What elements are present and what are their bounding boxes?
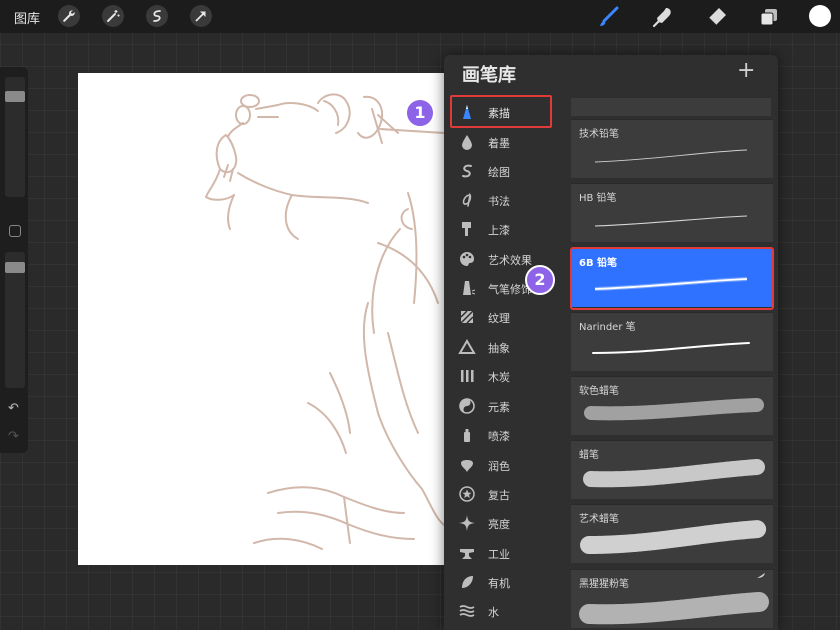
yin-yang-icon: [459, 398, 475, 414]
category-organic[interactable]: 有机: [444, 569, 570, 596]
brush-item-technical-pencil[interactable]: 技术铅笔: [571, 119, 773, 178]
category-textures[interactable]: 纹理: [444, 304, 570, 331]
gallery-button[interactable]: 图库: [14, 8, 40, 27]
category-water[interactable]: 水: [444, 598, 570, 625]
left-sidebar: ↶ ↷: [0, 67, 28, 453]
sparkle-icon: [459, 515, 475, 531]
sketch-artwork: [205, 93, 444, 550]
airbrush-icon: [463, 281, 476, 295]
redo-icon[interactable]: ↷: [8, 429, 19, 444]
category-inking[interactable]: 着墨: [444, 129, 570, 156]
category-drawing[interactable]: 绘图: [444, 158, 570, 185]
stroke-preview: [592, 342, 750, 354]
brush-item-crayon[interactable]: 蜡笔: [571, 440, 773, 499]
blob-icon: [461, 460, 473, 472]
transform-arrow-icon[interactable]: [190, 5, 212, 27]
texture-icon: [460, 310, 474, 324]
magic-wand-icon[interactable]: [102, 5, 124, 27]
waves-icon: [459, 605, 475, 617]
wrench-icon[interactable]: [58, 5, 80, 27]
brush-library-panel: 画笔库 + 素描 着墨 绘图 书法 上漆 艺术效果 气笔修饰 纹理 抽象 木炭: [444, 55, 778, 630]
smudge-icon[interactable]: [651, 5, 675, 29]
category-spraypaints[interactable]: 喷漆: [444, 422, 570, 449]
sketching-highlight-box: [450, 95, 552, 128]
category-elements[interactable]: 元素: [444, 393, 570, 420]
calligraphy-icon: [462, 192, 472, 207]
category-abstract[interactable]: 抽象: [444, 334, 570, 361]
category-industrial[interactable]: 工业: [444, 540, 570, 567]
selection-icon[interactable]: [146, 5, 168, 27]
stroke-preview: [594, 215, 748, 227]
brush-icon[interactable]: [597, 5, 621, 29]
opacity-slider[interactable]: [5, 252, 25, 388]
stroke-preview: [579, 573, 769, 625]
6b-pencil-highlight-box: [570, 247, 774, 310]
brush-item-bonobo-chalk[interactable]: 黑猩猩粉笔: [571, 569, 773, 628]
brush-item-soft-pastel[interactable]: 软色蜡笔: [571, 376, 773, 435]
step-marker-2: 2: [525, 265, 555, 295]
brush-item-hb-pencil[interactable]: HB 铅笔: [571, 183, 773, 242]
category-charcoals[interactable]: 木炭: [444, 363, 570, 390]
brush-item-artist-crayon[interactable]: 艺术蜡笔: [571, 504, 773, 563]
eraser-icon[interactable]: [705, 5, 729, 29]
brush-size-slider[interactable]: [5, 77, 25, 197]
star-badge-icon: [459, 486, 475, 502]
opacity-knob[interactable]: [5, 262, 25, 273]
palette-icon: [460, 252, 474, 266]
stroke-preview: [594, 149, 748, 163]
undo-icon[interactable]: ↶: [8, 401, 19, 416]
top-toolbar: 图库: [0, 0, 840, 33]
stroke-preview: [584, 398, 764, 421]
drawing-canvas[interactable]: [78, 73, 444, 565]
brush-list-top-edge: [571, 98, 771, 116]
color-picker-button[interactable]: [809, 5, 831, 27]
anvil-icon: [460, 549, 474, 559]
category-vintage[interactable]: 复古: [444, 481, 570, 508]
brush-item-narinder-pencil[interactable]: Narinder 笔: [571, 312, 773, 371]
stroke-preview: [580, 520, 768, 554]
squiggle-icon: [462, 164, 472, 178]
charcoal-icon: [461, 370, 474, 382]
triangle-icon: [458, 339, 476, 354]
paint-roller-icon: [462, 222, 471, 236]
panel-title: 画笔库: [462, 65, 516, 86]
category-painting[interactable]: 上漆: [444, 216, 570, 243]
leaf-icon: [462, 576, 473, 588]
stroke-preview: [583, 459, 765, 488]
modify-button[interactable]: [9, 225, 21, 237]
layers-icon[interactable]: [757, 5, 781, 29]
category-luminance[interactable]: 亮度: [444, 510, 570, 537]
add-brush-button[interactable]: +: [737, 58, 755, 83]
brush-size-knob[interactable]: [5, 91, 25, 102]
category-calligraphy[interactable]: 书法: [444, 187, 570, 214]
step-marker-1: 1: [405, 98, 435, 128]
ink-drop-icon: [462, 135, 472, 150]
category-touchups[interactable]: 润色: [444, 452, 570, 479]
spray-can-icon: [464, 429, 470, 442]
